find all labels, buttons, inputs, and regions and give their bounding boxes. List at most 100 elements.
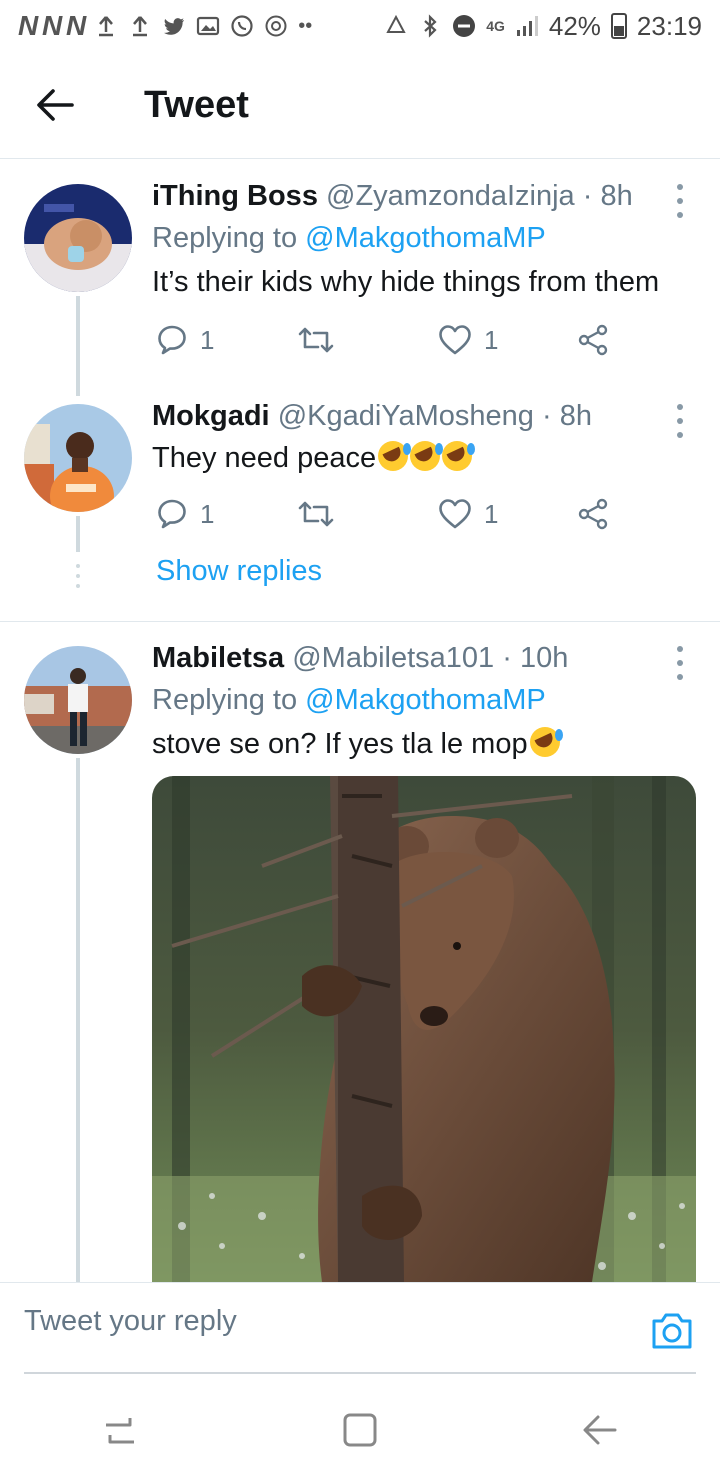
tweet-body: Mokgadi @KgadiYaMosheng · 8h They need p… <box>152 396 696 480</box>
author-name[interactable]: Mabiletsa <box>152 642 284 674</box>
reply-input[interactable]: Tweet your reply <box>24 1305 237 1338</box>
sync-icon <box>265 15 287 37</box>
status-bar-right: 4G 42% 23:19 <box>384 11 702 42</box>
tweet-time: · 8h <box>582 180 633 212</box>
recent-apps-button[interactable] <box>90 1400 150 1460</box>
upload-icon <box>99 16 114 37</box>
whatsapp-icon <box>231 15 253 37</box>
more-options-button[interactable] <box>670 404 690 438</box>
tweet-time: · 8h <box>541 400 592 432</box>
retweet-icon <box>298 501 334 527</box>
author-handle[interactable]: @ZyamzondaIzinja <box>326 180 575 212</box>
reply-icon <box>158 325 186 355</box>
thread-dots <box>74 564 82 588</box>
reply-count: 1 <box>200 324 215 355</box>
replying-to: Replying to @MakgothomaMP <box>152 678 696 722</box>
show-replies-link[interactable]: Show replies <box>156 555 322 588</box>
avatar[interactable] <box>24 646 132 754</box>
tweet-header: iThing Boss @ZyamzondaIzinja · 8h <box>152 176 696 216</box>
retweet-button[interactable] <box>298 499 334 529</box>
replying-to-prefix: Replying to <box>152 222 306 254</box>
tweet-actions: 1 1 <box>152 494 622 534</box>
home-button[interactable] <box>330 1400 390 1460</box>
avatar[interactable] <box>24 184 132 292</box>
network-type: 4G <box>486 18 505 34</box>
tweet-header: Mokgadi @KgadiYaMosheng · 8h <box>152 396 696 436</box>
mention-link[interactable]: @MakgothomaMP <box>305 684 546 716</box>
reply-composer: Tweet your reply <box>0 1282 720 1374</box>
heart-icon <box>439 499 471 529</box>
tweet-item[interactable]: iThing Boss @ZyamzondaIzinja · 8h Replyi… <box>0 160 720 396</box>
reply-underline <box>24 1372 696 1374</box>
author-name[interactable]: iThing Boss <box>152 180 318 212</box>
mention-link[interactable]: @MakgothomaMP <box>305 222 546 254</box>
upload-icon <box>133 16 148 37</box>
heart-icon <box>439 325 471 355</box>
more-dots-icon: •• <box>298 14 313 37</box>
signal-icon <box>516 16 538 36</box>
page-title: Tweet <box>144 83 249 126</box>
tweet-actions: 1 1 <box>152 320 622 360</box>
more-options-button[interactable] <box>670 646 690 680</box>
status-bar-left: N N N •• <box>18 10 312 42</box>
thread-line <box>76 758 80 1282</box>
home-square-icon <box>343 1413 377 1447</box>
notification-letters: N N N <box>18 10 86 41</box>
recycle-icon <box>386 14 406 33</box>
reply-count: 1 <box>200 498 215 529</box>
twitter-bird-icon <box>164 18 185 35</box>
recent-apps-icon <box>106 1418 134 1444</box>
replying-to: Replying to @MakgothomaMP <box>152 216 696 260</box>
image-icon <box>197 16 220 36</box>
arrow-left-icon <box>37 89 74 121</box>
like-count: 1 <box>484 324 499 355</box>
rofl-emoji-icon <box>442 441 476 471</box>
share-icon <box>578 324 608 356</box>
camera-button[interactable] <box>650 1311 694 1351</box>
more-options-button[interactable] <box>670 184 690 218</box>
author-handle[interactable]: @KgadiYaMosheng <box>278 400 534 432</box>
bluetooth-icon <box>424 14 437 38</box>
system-nav-bar <box>0 1380 720 1480</box>
clock: 23:19 <box>636 10 702 41</box>
back-button[interactable] <box>0 52 110 159</box>
header: Tweet <box>0 52 720 159</box>
status-bar: N N N •• 4G 42% 23:19 <box>0 0 720 52</box>
share-button[interactable] <box>578 324 610 356</box>
tweet-text: It’s their kids why hide things from the… <box>152 266 660 298</box>
tweet-header: Mabiletsa @Mabiletsa101 · 10h <box>152 638 696 678</box>
retweet-icon <box>298 327 334 353</box>
like-button[interactable]: 1 <box>438 498 498 530</box>
tweet-text: They need peace <box>152 436 696 480</box>
share-icon <box>578 498 608 530</box>
battery-percent: 42% <box>548 10 601 41</box>
tweet-item[interactable]: Mokgadi @KgadiYaMosheng · 8h They need p… <box>0 380 720 620</box>
tweet-time: · 10h <box>502 642 569 674</box>
reply-icon <box>158 499 186 529</box>
do-not-disturb-icon <box>453 15 476 37</box>
tweet-text-content: stove se on? If yes tla le mop <box>152 728 528 760</box>
battery-icon <box>610 13 627 39</box>
rofl-emoji-icon <box>410 441 444 471</box>
reply-button[interactable]: 1 <box>156 324 214 356</box>
tweet-media-image[interactable] <box>152 776 696 1282</box>
back-arrow-icon <box>583 1415 617 1445</box>
author-name[interactable]: Mokgadi <box>152 400 270 432</box>
replying-to-prefix: Replying to <box>152 684 306 716</box>
share-button[interactable] <box>578 498 610 530</box>
rofl-emoji-icon <box>529 727 563 757</box>
tweet-text: stove se on? If yes tla le mop <box>152 722 696 766</box>
retweet-button[interactable] <box>298 325 334 355</box>
like-count: 1 <box>484 498 499 529</box>
author-handle[interactable]: @Mabiletsa101 <box>292 642 494 674</box>
tweet-text-content: They need peace <box>152 442 377 474</box>
rofl-emoji-icon <box>378 441 412 471</box>
tweet-body: iThing Boss @ZyamzondaIzinja · 8h Replyi… <box>152 176 696 304</box>
camera-icon <box>652 1313 692 1349</box>
tweet-body: Mabiletsa @Mabiletsa101 · 10h Replying t… <box>152 638 696 766</box>
reply-button[interactable]: 1 <box>156 498 214 530</box>
system-back-button[interactable] <box>570 1400 630 1460</box>
like-button[interactable]: 1 <box>438 324 498 356</box>
avatar[interactable] <box>24 404 132 512</box>
thread-line <box>76 516 80 552</box>
